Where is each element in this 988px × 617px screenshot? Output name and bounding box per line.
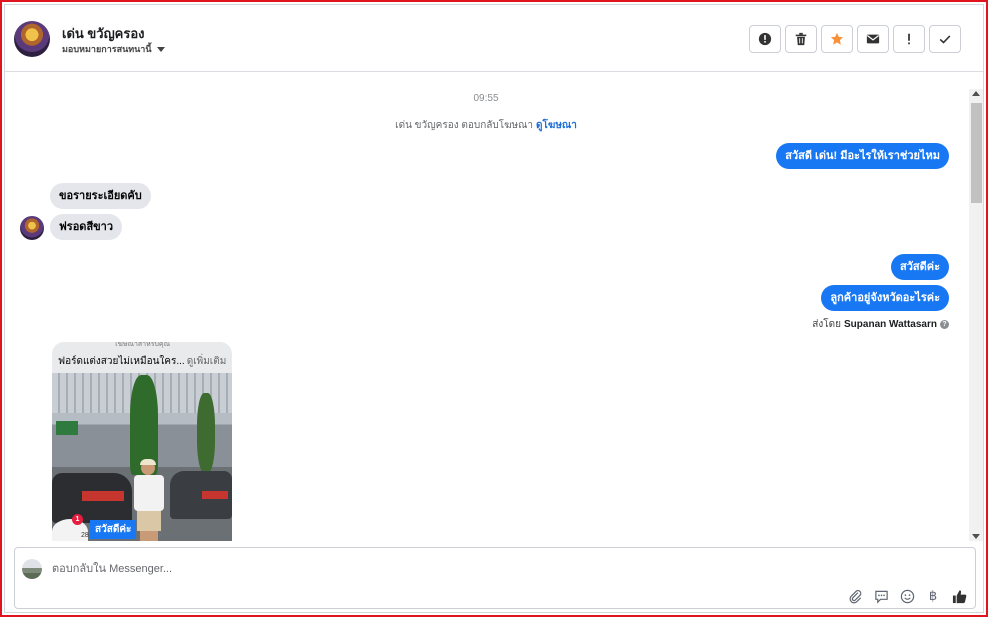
paperclip-icon	[849, 589, 861, 603]
outgoing-message[interactable]: สวัสดีค่ะ	[890, 254, 949, 280]
spam-button[interactable]	[749, 25, 781, 53]
reply-composer: ฿	[14, 547, 976, 609]
scroll-down-arrow-icon[interactable]	[972, 534, 980, 539]
assign-conversation-dropdown[interactable]: มอบหมายการสนทนานี้	[62, 42, 165, 56]
message-list: 09:55 เด่น ขวัญครอง ตอบกลับโฆษณา ดูโฆษณา …	[5, 73, 967, 541]
image-cap	[140, 459, 156, 465]
chat-bubble-icon	[874, 590, 888, 604]
assign-label: มอบหมายการสนทนานี้	[62, 44, 152, 54]
scroll-up-arrow-icon[interactable]	[972, 91, 980, 96]
image-car-grille	[82, 491, 124, 501]
baht-icon: ฿	[928, 588, 938, 603]
image-sign	[56, 421, 78, 435]
ad-reply-chip: สวัสดีค่ะ	[90, 520, 137, 539]
star-button[interactable]	[821, 25, 853, 53]
exclamation-icon	[908, 33, 910, 45]
emoji-button[interactable]	[899, 588, 915, 604]
contact-name[interactable]: เด่น ขวัญครอง	[62, 23, 144, 44]
incoming-message[interactable]: ฟรอดสีขาว	[50, 214, 123, 240]
image-car-grille	[202, 491, 228, 499]
ad-reply-note: เด่น ขวัญครอง ตอบกลับโฆษณา ดูโฆษณา	[5, 118, 967, 133]
mark-unread-button[interactable]	[857, 25, 889, 53]
contact-avatar-small	[20, 216, 44, 240]
page-avatar	[22, 559, 42, 579]
ad-caption-text: ฟอร์ดแต่งสวยไม่เหมือนใคร...	[58, 356, 185, 367]
incoming-message[interactable]: ขอรายระเอียดคับ	[50, 183, 151, 209]
conversation-header: เด่น ขวัญครอง มอบหมายการสนทนานี้	[5, 5, 983, 72]
image-legs	[140, 531, 158, 541]
see-more-link[interactable]: ดูเพิ่มเติม	[187, 356, 227, 367]
caret-down-icon	[156, 46, 165, 52]
notification-badge: 1	[72, 514, 83, 525]
contact-avatar[interactable]	[14, 21, 50, 57]
thumbs-up-icon	[952, 589, 966, 603]
follow-up-button[interactable]	[893, 25, 925, 53]
trash-icon	[795, 32, 807, 46]
image-shorts	[137, 511, 161, 531]
alert-circle-icon	[758, 32, 772, 46]
view-ad-link[interactable]: ดูโฆษณา	[536, 120, 577, 131]
ad-caption: ฟอร์ดแต่งสวยไม่เหมือนใคร... ดูเพิ่มเติม	[58, 354, 226, 369]
saved-replies-button[interactable]	[873, 588, 889, 604]
like-button[interactable]	[951, 588, 967, 604]
attach-button[interactable]	[847, 588, 863, 604]
check-icon	[939, 35, 951, 44]
outgoing-message[interactable]: สวัสดี เด่น! มีอะไรให้เราช่วยไหม	[776, 143, 949, 169]
help-icon[interactable]: ?	[940, 320, 949, 329]
message-scrollbar[interactable]	[969, 89, 983, 541]
reaction-count: 28	[81, 532, 89, 539]
composer-toolbar: ฿	[847, 588, 967, 604]
header-actions	[749, 25, 961, 53]
ad-reply-text: เด่น ขวัญครอง ตอบกลับโฆษณา	[395, 120, 534, 131]
image-person	[132, 459, 166, 541]
done-button[interactable]	[929, 25, 961, 53]
message-timestamp: 09:55	[473, 93, 499, 104]
envelope-icon	[866, 34, 880, 44]
reply-input[interactable]	[52, 559, 932, 579]
conversation-panel: เด่น ขวัญครอง มอบหมายการสนทนานี้ 09:55 เ…	[4, 4, 984, 613]
ad-preview-card[interactable]: โฆษณาสำหรับคุณ ฟอร์ดแต่งสวยไม่เหมือนใคร.…	[52, 342, 232, 541]
sent-by-info: ส่งโดย Supanan Wattasarn ?	[812, 317, 949, 332]
delete-button[interactable]	[785, 25, 817, 53]
star-icon	[830, 32, 844, 45]
sent-by-agent: Supanan Wattasarn	[844, 319, 937, 330]
image-shirt	[134, 475, 164, 511]
emoji-icon	[900, 589, 914, 603]
scroll-thumb[interactable]	[971, 103, 982, 203]
ad-image[interactable]: 1 28 สวัสดีค่ะ	[52, 373, 232, 541]
image-tree	[197, 393, 215, 473]
payment-button[interactable]: ฿	[925, 588, 941, 604]
ad-card-top-text: โฆษณาสำหรับคุณ	[113, 342, 171, 348]
sent-by-label: ส่งโดย	[812, 319, 842, 330]
outgoing-message[interactable]: ลูกค้าอยู่จังหวัดอะไรค่ะ	[821, 285, 949, 311]
